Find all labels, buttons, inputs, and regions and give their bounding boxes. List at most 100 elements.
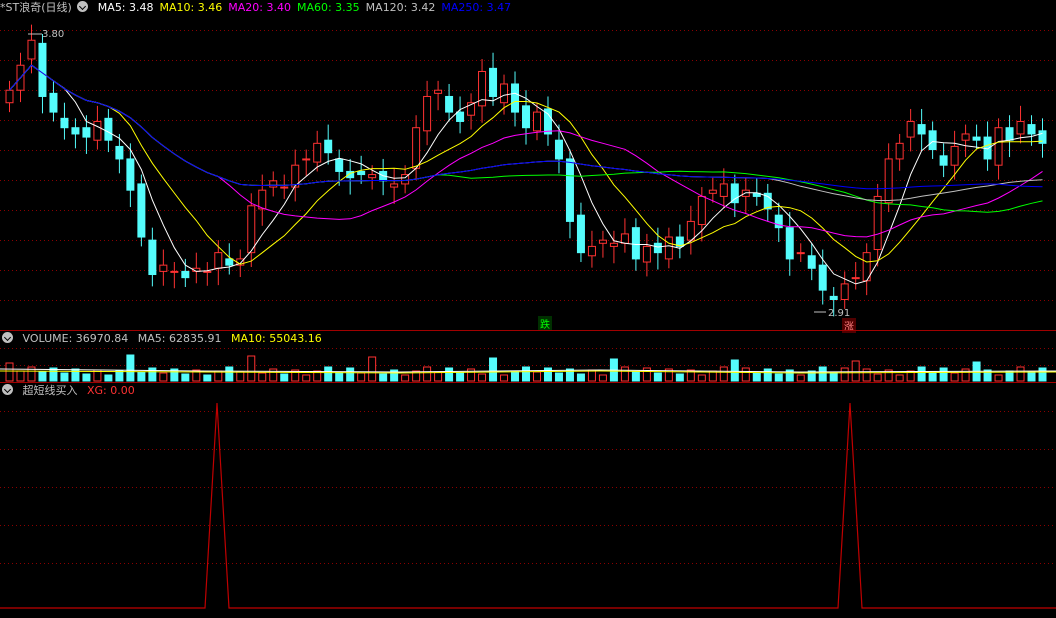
candle-down	[653, 242, 662, 254]
volume-bar	[225, 366, 234, 382]
candle-down	[1027, 124, 1036, 135]
signal-down-badge: 跌	[538, 316, 552, 331]
volume-bar	[269, 368, 278, 382]
candle-up	[664, 236, 673, 260]
candle-down	[71, 127, 80, 135]
dropdown-arrow-icon[interactable]	[2, 332, 13, 343]
candle-down	[818, 264, 827, 291]
volume-value: 36970.84	[75, 332, 129, 345]
period-label: (日线)	[41, 1, 72, 14]
candle-up	[961, 133, 970, 141]
volume-bar	[840, 367, 849, 382]
candle-down	[554, 139, 563, 160]
candle-up	[796, 252, 805, 255]
volume-ma5-value: 62835.91	[168, 332, 222, 345]
candle-down	[1005, 127, 1014, 141]
candle-up	[719, 183, 728, 197]
volume-bar	[401, 374, 410, 382]
volume-bar	[478, 373, 487, 382]
candle-down	[137, 183, 146, 238]
volume-bar	[950, 372, 959, 382]
volume-bar	[38, 371, 47, 382]
candle-up	[994, 127, 1003, 166]
candle-up	[159, 264, 168, 272]
volume-bar	[236, 371, 245, 382]
candle-down	[445, 95, 454, 113]
candle-up	[214, 252, 223, 269]
volume-bar	[280, 373, 289, 382]
volume-bar	[324, 366, 333, 382]
candle-up	[368, 174, 377, 179]
volume-bar	[60, 372, 69, 382]
candle-up	[1016, 120, 1025, 135]
candle-down	[82, 127, 91, 138]
candle-down	[730, 183, 739, 204]
volume-bar	[335, 371, 344, 382]
candle-up	[500, 83, 509, 104]
candle-down	[60, 117, 69, 129]
candle-down	[357, 170, 366, 176]
xg-legend: XG: 0.00	[87, 384, 135, 397]
volume-bar	[5, 362, 14, 382]
ma-legend-item: MA20: 3.40	[228, 1, 291, 14]
candle-down	[829, 295, 838, 301]
volume-bar	[741, 367, 750, 382]
volume-bar	[763, 368, 772, 382]
ma-legend-item: MA250: 3.47	[441, 1, 512, 14]
volume-bar	[653, 372, 662, 382]
volume-bar	[500, 374, 509, 382]
candle-down	[972, 136, 981, 141]
candle-down	[104, 117, 113, 141]
price-chart-header: *ST浪奇(日线) MA5: 3.48 MA10: 3.46 MA20: 3.40 M…	[0, 0, 517, 16]
candle-down	[148, 239, 157, 276]
candle-down	[181, 270, 190, 279]
xg-label: XG:	[87, 384, 111, 397]
volume-bar	[203, 374, 212, 382]
volume-bar	[576, 373, 585, 382]
volume-bar	[346, 367, 355, 382]
indicator-header: 超短线买入 XG: 0.00	[0, 383, 141, 399]
volume-bar	[1016, 366, 1025, 382]
dropdown-arrow-icon[interactable]	[77, 1, 89, 12]
indicator-name: 超短线买入	[22, 384, 78, 397]
candle-up	[642, 245, 651, 263]
candle-down	[126, 158, 135, 191]
volume-bar	[994, 374, 1003, 382]
candle-up	[620, 233, 629, 244]
candle-up	[203, 270, 212, 273]
xg-signal-chart[interactable]	[0, 383, 1056, 618]
candlestick-chart[interactable]	[0, 0, 1056, 330]
candle-up	[950, 145, 959, 166]
candle-down	[489, 67, 498, 97]
volume-bar	[434, 371, 443, 382]
candle-up	[93, 120, 102, 141]
candle-up	[247, 205, 256, 254]
candle-down	[115, 145, 124, 160]
volume-bar	[379, 373, 388, 382]
volume-bar	[489, 357, 498, 382]
volume-bar	[895, 374, 904, 382]
dropdown-arrow-icon[interactable]	[2, 384, 13, 395]
volume-bar	[719, 366, 728, 382]
volume-ma10-value: 55043.16	[269, 332, 322, 345]
candle-down	[522, 105, 531, 129]
volume-bar	[1027, 371, 1036, 382]
candle-up	[741, 189, 750, 197]
indicator-pane[interactable]: 超短线买入 XG: 0.00	[0, 383, 1056, 618]
candle-down	[631, 227, 640, 260]
price-chart-pane[interactable]: *ST浪奇(日线) MA5: 3.48 MA10: 3.46 MA20: 3.40 M…	[0, 0, 1056, 333]
volume-bar	[961, 368, 970, 382]
ma-legend: MA5: 3.48 MA10: 3.46 MA20: 3.40 MA60: 3.35 M…	[98, 1, 517, 14]
volume-bar	[258, 372, 267, 382]
ma-legend-item: MA5: 3.48	[97, 1, 154, 14]
volume-bar	[16, 370, 25, 382]
candle-down	[511, 83, 520, 113]
volume-bar	[247, 355, 256, 382]
candle-down	[38, 42, 47, 97]
volume-bar	[543, 367, 552, 382]
volume-bar	[82, 373, 91, 382]
volume-bar	[104, 374, 113, 382]
volume-pane[interactable]: VOLUME: 36970.84 MA5: 62835.91 MA10: 550…	[0, 331, 1056, 382]
volume-bar	[456, 372, 465, 382]
ma-legend-item: MA120: 3.42	[365, 1, 436, 14]
